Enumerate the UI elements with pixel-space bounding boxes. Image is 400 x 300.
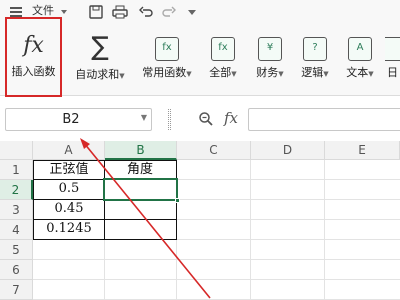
chevron-down-icon[interactable]: ▼ [141,113,147,122]
row-header-3[interactable]: 3 [0,200,33,220]
chevron-down-icon[interactable] [61,10,67,14]
redo-icon[interactable] [162,5,176,19]
cell-a1[interactable]: 正弦值 [33,160,105,180]
column-header-a[interactable]: A [33,141,105,160]
logic-label: 逻辑 [301,66,324,79]
row-header-7[interactable]: 7 [0,280,33,300]
date-icon [385,37,400,61]
print-icon[interactable] [112,5,128,19]
logic-button[interactable]: ? 逻辑▼ [295,37,335,80]
chevron-down-icon: ▼ [323,70,329,78]
name-box[interactable]: B2 ▼ [5,108,152,131]
finance-button[interactable]: ¥ 财务▼ [250,37,290,80]
zoom-search-icon[interactable] [198,111,214,127]
star-function-icon: fx [155,37,179,61]
date-button[interactable]: 日 [385,37,400,80]
name-box-value: B2 [62,112,80,127]
fx-label[interactable]: fx [224,109,238,127]
chevron-down-icon: ▼ [368,70,374,78]
save-icon[interactable] [89,5,103,19]
autosum-button[interactable]: ∑ 自动求和▼ [70,34,130,82]
cell-b3[interactable] [104,199,177,220]
quick-access-dropdown-icon[interactable] [188,10,196,15]
logic-icon: ? [303,37,327,61]
insert-function-button[interactable]: fx 插入函数 [7,33,60,79]
column-header-d[interactable]: D [251,141,325,160]
select-all-corner[interactable] [0,141,33,160]
cell-b4[interactable] [104,219,177,240]
text-label: 文本 [346,66,369,79]
column-header-b[interactable]: B [105,141,177,160]
active-cell-selection [103,178,178,201]
cell-a3[interactable]: 0.45 [33,199,105,220]
formula-input[interactable] [248,108,400,131]
row-header-5[interactable]: 5 [0,240,33,260]
grid-column-line [104,240,105,300]
chevron-down-icon: ▼ [186,70,192,78]
all-functions-label: 全部 [209,66,232,79]
autosum-label: 自动求和 [75,68,120,81]
cell-b1[interactable]: 角度 [104,160,177,180]
text-icon: A [348,37,372,61]
chevron-down-icon: ▼ [119,72,125,80]
cell-a2[interactable]: 0.5 [33,179,105,200]
file-menu[interactable]: 文件 [32,4,54,18]
common-functions-button[interactable]: fx 常用函数▼ [137,37,197,80]
finance-label: 财务 [256,66,279,79]
row-header-4[interactable]: 4 [0,220,33,240]
common-functions-label: 常用函数 [142,66,187,79]
hamburger-menu-icon[interactable] [10,7,22,17]
chevron-down-icon: ▼ [278,70,284,78]
undo-icon[interactable] [139,5,153,19]
finance-icon: ¥ [258,37,282,61]
all-functions-button[interactable]: fx 全部▼ [203,37,243,80]
column-header-e[interactable]: E [325,141,400,160]
column-header-c[interactable]: C [177,141,251,160]
insert-function-label: 插入函数 [11,65,56,78]
fill-handle[interactable] [175,198,180,203]
grid-column-line [250,160,251,300]
row-header-1[interactable]: 1 [0,160,33,180]
row-header-2[interactable]: 2 [0,180,33,200]
cell-a4[interactable]: 0.1245 [33,219,105,240]
date-label: 日 [387,66,398,79]
function-book-icon: fx [211,37,235,61]
fx-icon: fx [23,33,44,58]
row-header-6[interactable]: 6 [0,260,33,280]
splitter-handle[interactable] [168,109,171,130]
sigma-icon: ∑ [91,32,109,62]
text-button[interactable]: A 文本▼ [340,37,380,80]
grid-column-line [324,160,325,300]
chevron-down-icon: ▼ [231,70,237,78]
